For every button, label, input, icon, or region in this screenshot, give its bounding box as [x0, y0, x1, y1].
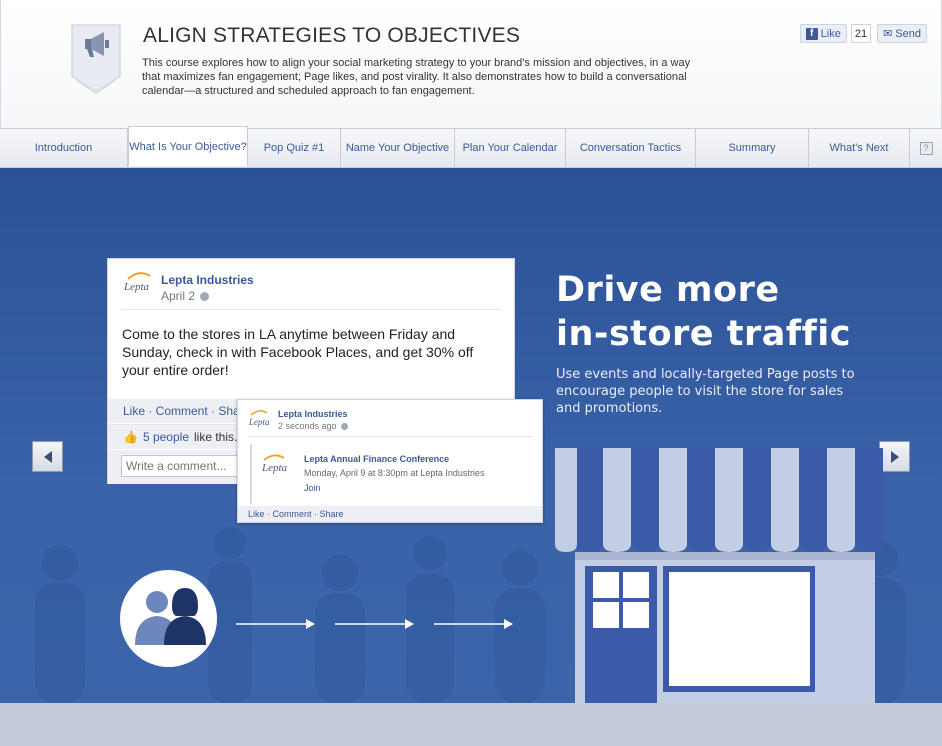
facebook-like-button[interactable]: f Like	[799, 24, 847, 43]
arrow-left-icon	[43, 450, 52, 463]
slide-subtext: Use events and locally-targeted Page pos…	[556, 367, 855, 416]
tab-conversation-tactics[interactable]: Conversation Tactics	[566, 129, 696, 167]
lepta-logo-small: Lepta	[249, 410, 270, 427]
course-description: This course explores how to align your s…	[142, 57, 691, 97]
headline-line-1: Drive more	[556, 270, 780, 310]
tab-summary[interactable]: Summary	[696, 129, 809, 167]
logo-swoosh	[127, 272, 151, 280]
stage-floor	[0, 703, 942, 746]
megaphone-icon	[71, 24, 121, 94]
divider	[248, 436, 532, 437]
slide-headline: Drive more in-store traffic	[556, 268, 851, 356]
people-icon	[120, 570, 217, 667]
event-title[interactable]: Lepta Annual Finance Conference	[304, 454, 449, 464]
like-count: 21	[850, 24, 872, 43]
tab-whats-next[interactable]: What's Next	[809, 129, 910, 167]
divider	[122, 309, 500, 310]
globe-icon	[340, 422, 348, 430]
facebook-send-button[interactable]: ✉ Send	[877, 24, 927, 43]
event-attachment: Lepta Lepta Annual Finance Conference Mo…	[250, 444, 533, 504]
facebook-icon: f	[805, 27, 818, 40]
flow-arrow-icon	[434, 619, 513, 629]
like-label: Like	[820, 27, 841, 40]
send-icon: ✉	[883, 28, 893, 40]
headline-line-2: in-store traffic	[556, 314, 852, 354]
event-post-actions[interactable]: Like · Comment · Share	[238, 506, 542, 522]
lepta-logo: Lepta	[124, 272, 151, 293]
post-message: Come to the stores in LA anytime between…	[122, 326, 474, 378]
globe-icon	[200, 291, 210, 301]
post-page-name[interactable]: Lepta Industries	[161, 273, 254, 287]
event-when: Monday, April 9 at 8:30pm at Lepta Indus…	[304, 468, 485, 478]
likes-link[interactable]: 5 people	[143, 430, 189, 444]
likes-suffix: like this.	[194, 430, 238, 444]
event-post-page-name[interactable]: Lepta Industries	[278, 409, 348, 419]
course-title: ALIGN STRATEGIES TO OBJECTIVES	[143, 24, 521, 47]
post-date: April 2	[161, 289, 210, 303]
previous-slide-button[interactable]	[32, 441, 63, 472]
social-buttons: f Like 21 ✉ Send	[799, 24, 927, 43]
flow-arrow-icon	[236, 619, 315, 629]
help-icon: ?	[919, 141, 933, 155]
event-join-link[interactable]: Join	[304, 483, 321, 493]
logo-swoosh	[263, 454, 285, 461]
course-tabs: Introduction What Is Your Objective? Pop…	[0, 126, 942, 168]
tab-plan-your-calendar[interactable]: Plan Your Calendar	[455, 129, 566, 167]
logo-swoosh	[250, 410, 268, 416]
flow-arrow-icon	[335, 619, 414, 629]
tab-what-is-your-objective[interactable]: What Is Your Objective?	[128, 126, 248, 166]
comment-input[interactable]	[121, 455, 251, 477]
event-post-time: 2 seconds ago	[278, 421, 348, 431]
facebook-event-post-card: Lepta Lepta Industries 2 seconds ago Lep…	[237, 399, 543, 523]
tab-introduction[interactable]: Introduction	[0, 129, 128, 167]
tab-pop-quiz-1[interactable]: Pop Quiz #1	[248, 129, 341, 167]
storefront-icon	[555, 448, 883, 703]
help-button[interactable]: ?	[910, 129, 942, 167]
thumbs-up-icon: 👍	[123, 430, 138, 444]
lepta-logo-event: Lepta	[262, 454, 287, 474]
tab-name-your-objective[interactable]: Name Your Objective	[341, 129, 455, 167]
send-label: Send	[895, 27, 921, 40]
course-header: ALIGN STRATEGIES TO OBJECTIVES This cour…	[0, 0, 942, 128]
